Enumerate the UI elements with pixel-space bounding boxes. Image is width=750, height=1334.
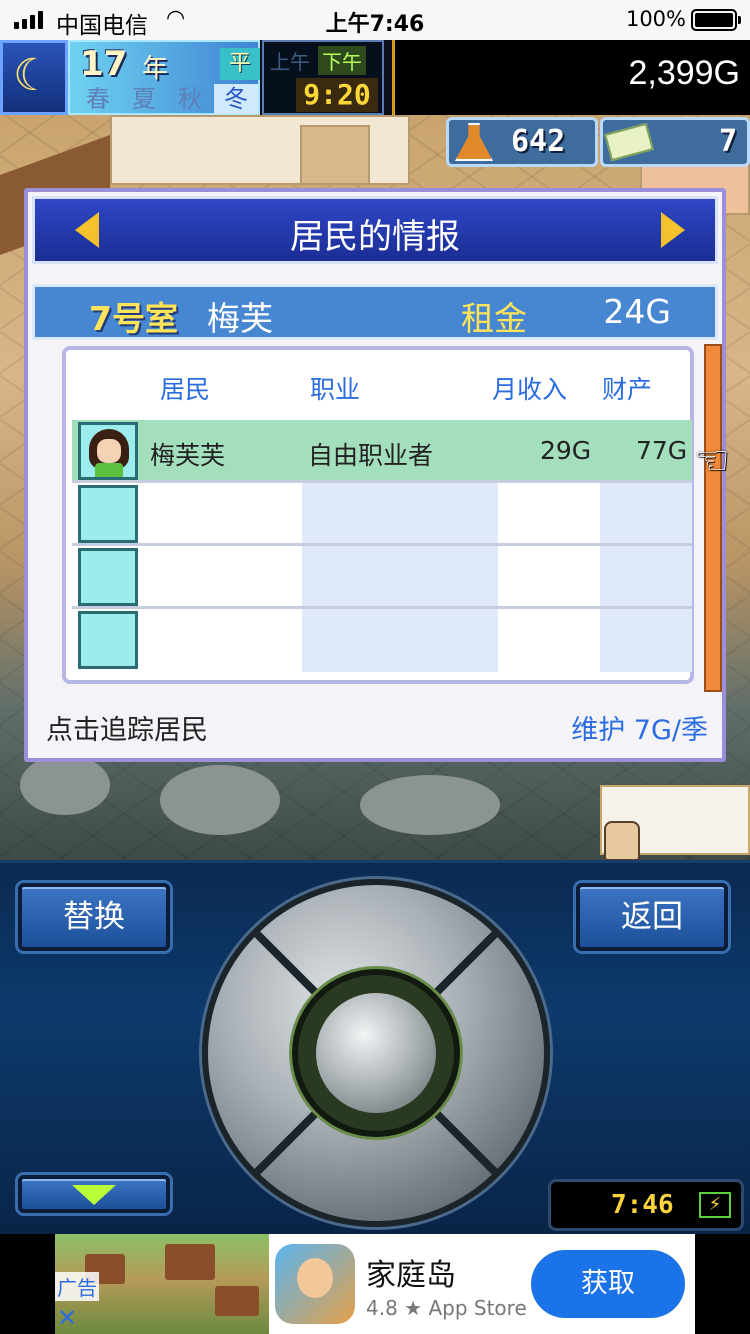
maintenance-cost: 维护 7G/季 [571, 715, 708, 746]
device-clock-time: 7:46 [611, 1190, 674, 1220]
resident-job: 自由职业者 [308, 441, 434, 470]
table-row[interactable] [72, 483, 692, 546]
empty-portrait [78, 485, 138, 543]
rent-value: 24G [603, 292, 671, 331]
scrollbar[interactable] [704, 344, 722, 692]
device-clock: 7:46 ⚡ [548, 1179, 744, 1231]
door [300, 125, 370, 185]
status-bar: 中国电信 ◠ 上午7:46 100% [0, 0, 750, 40]
resident-sprite[interactable] [604, 821, 640, 860]
table-row[interactable] [72, 546, 692, 609]
year-unit: 年 [142, 54, 169, 84]
game-hud: ☾ 17 年 平日 春 夏 秋 冬 上午 下午 9:20 2,399G [0, 40, 750, 115]
battery-percent: 100% [625, 7, 686, 31]
collapse-button[interactable] [18, 1175, 170, 1213]
panel-header: 居民的情报 [32, 196, 718, 264]
season-autumn: 秋 [178, 85, 202, 113]
down-arrow-icon [72, 1185, 116, 1205]
game-clock: 9:20 [296, 78, 378, 112]
time-panel: 上午 下午 9:20 [262, 40, 384, 115]
resident-income: 29G [540, 436, 592, 465]
col-resident: 居民 [160, 375, 211, 404]
difficulty-badge: 平日 [220, 48, 260, 108]
season-winter: 冬 [214, 84, 258, 114]
controller-area: 替换 返回 7:46 ⚡ [0, 860, 750, 1234]
season-indicator: 春 夏 秋 冬 [76, 84, 258, 114]
snow-bush [20, 755, 110, 815]
year-number: 17 [80, 44, 128, 84]
empty-portrait [78, 611, 138, 669]
battery-icon [691, 9, 741, 31]
moon-icon[interactable]: ☾ [0, 40, 68, 115]
table-row[interactable]: 梅芙芙 自由职业者 29G 77G [72, 420, 692, 483]
lightning-icon: ⚡ [699, 1192, 731, 1218]
dpad-center-button[interactable] [316, 993, 436, 1113]
col-assets: 财产 [602, 375, 653, 404]
ad-title[interactable]: 家庭岛 [366, 1250, 456, 1294]
table-row[interactable] [72, 609, 692, 672]
research-counter: 642 [446, 117, 598, 167]
table-header: 居民 职业 月收入 财产 [66, 350, 690, 420]
resident-portrait [78, 422, 138, 480]
col-income: 月收入 [492, 375, 568, 404]
ad-rating: 4.8 ★ App Store [366, 1296, 527, 1320]
season-spring: 春 [86, 85, 110, 113]
date-panel: 17 年 平日 春 夏 秋 冬 [68, 40, 260, 115]
back-button[interactable]: 返回 [576, 883, 728, 951]
flask-icon [455, 123, 493, 161]
resident-info-panel: 居民的情报 7号室 梅芙 租金 24G 居民 职业 月收入 财产 梅芙芙 自由职… [24, 188, 730, 762]
ad-tag: 广告 [55, 1272, 99, 1301]
rent-label: 租金 [461, 299, 527, 338]
track-hint[interactable]: 点击追踪居民 [46, 708, 208, 747]
room-bar: 7号室 梅芙 租金 24G [32, 284, 718, 340]
research-points: 642 [511, 124, 566, 159]
app-icon[interactable] [275, 1244, 355, 1324]
empty-portrait [78, 548, 138, 606]
ad-banner[interactable]: 广告 ✕ 家庭岛 4.8 ★ App Store 获取 [0, 1234, 750, 1334]
ticket-counter: 7 [600, 117, 750, 167]
close-icon[interactable]: ✕ [57, 1304, 77, 1332]
replace-button[interactable]: 替换 [18, 883, 170, 951]
room-number: 7号室 [89, 299, 178, 338]
dpad[interactable] [202, 879, 550, 1227]
ticket-count: 7 [718, 124, 737, 159]
money-amount: 2,399G [628, 54, 740, 92]
ticket-icon [604, 122, 654, 162]
resident-table: 居民 职业 月收入 财产 梅芙芙 自由职业者 29G 77G [62, 346, 694, 684]
col-job: 职业 [310, 375, 361, 404]
panel-title: 居民的情报 [290, 217, 460, 257]
resident-name: 梅芙芙 [150, 441, 226, 470]
am-label: 上午 [270, 50, 310, 74]
snow-bush [160, 765, 280, 835]
money-panel: 2,399G [392, 40, 750, 115]
room-resident-name: 梅芙 [207, 299, 273, 338]
pm-label: 下午 [318, 46, 366, 75]
season-summer: 夏 [132, 85, 156, 113]
snow-bush [360, 775, 500, 835]
dpad-ring [292, 969, 460, 1137]
resident-assets: 77G [636, 436, 688, 465]
avatar [89, 429, 129, 477]
hand-pointer-icon: ☜ [694, 438, 730, 484]
get-button[interactable]: 获取 [531, 1250, 685, 1318]
